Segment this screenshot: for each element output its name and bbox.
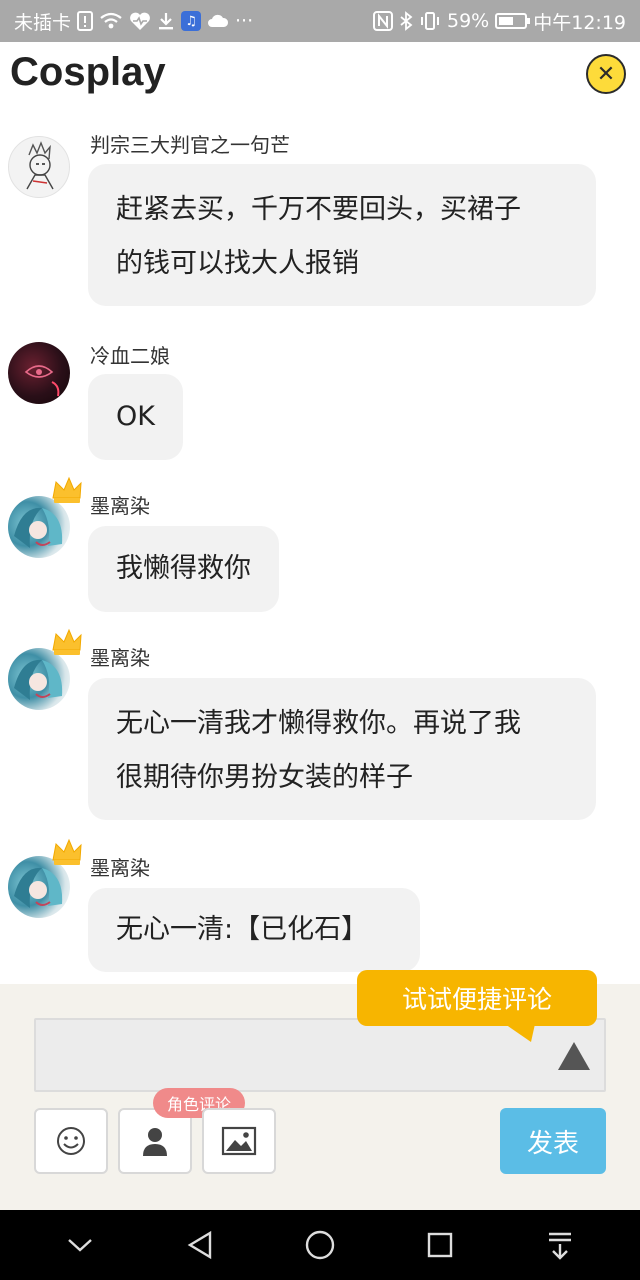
tip-tail [505,1024,535,1042]
music-app-icon: ♫ [181,11,202,31]
username: 墨离染 [90,646,150,670]
more-notifications: ··· [235,10,254,32]
avatar[interactable] [8,136,70,198]
heart-pulse-icon [129,11,151,31]
message-text-line: 的钱可以找大人报销 [116,248,359,279]
image-button[interactable] [202,1108,276,1174]
message-bubble: 无心一清我才懒得救你。再说了我 很期待你男扮女装的样子 [88,678,596,820]
system-nav-bar [0,1210,640,1280]
header: Cosplay ✕ [0,42,640,108]
battery-percent: 59% [447,10,490,32]
sim-alert-icon [77,11,94,31]
chevron-down-icon [68,1239,92,1252]
recents-button[interactable] [410,1215,470,1275]
message-bubble: 赶紧去买，千万不要回头，买裙子 的钱可以找大人报销 [88,164,596,306]
clock: 中午12:19 [533,11,626,34]
notification-drawer-icon [549,1232,571,1260]
status-bar: 未插卡 ♫ ··· 59% 中午12:19 [0,0,640,42]
expand-quick-comments-icon[interactable] [556,1038,592,1074]
username: 冷血二娘 [90,344,170,368]
message-text-line: 很期待你男扮女装的样子 [116,762,413,793]
recents-icon [427,1232,453,1258]
status-left: 未插卡 ♫ ··· [14,8,253,35]
person-icon [143,1128,167,1156]
back-icon [187,1230,212,1260]
message-bubble: 无心一清:【已化石】 [88,888,420,972]
message-bubble: OK [88,374,183,460]
quick-comment-tip[interactable]: 试试便捷评论 [357,970,597,1026]
message-text-line: 无心一清我才懒得救你。再说了我 [116,708,521,739]
image-icon [221,1126,257,1156]
vibrate-icon [419,11,441,31]
comment-composer: 试试便捷评论 角色评论 发表 [0,970,640,1210]
username: 墨离染 [90,494,150,518]
send-button[interactable]: 发表 [500,1108,606,1174]
close-button[interactable]: ✕ [586,54,626,94]
close-icon: ✕ [596,61,616,87]
message-text-line: OK [116,401,155,432]
hide-nav-button[interactable] [50,1215,110,1275]
home-button[interactable] [290,1215,350,1275]
username: 墨离染 [90,856,150,880]
emoji-icon [57,1127,85,1155]
crown-icon [52,838,82,865]
crown-icon [52,476,82,503]
bluetooth-icon [399,11,413,31]
download-icon [157,11,175,31]
message-bubble: 我懒得救你 [88,526,279,612]
message-text-line: 我懒得救你 [116,553,251,584]
carrier-text: 未插卡 [14,11,72,34]
crown-icon [52,628,82,655]
back-button[interactable] [170,1215,230,1275]
cloud-icon [207,13,229,29]
message-text-line: 赶紧去买，千万不要回头，买裙子 [116,194,521,225]
status-right: 59% 中午12:19 [373,8,626,35]
nfc-icon [373,11,393,31]
message-text-line: 无心一清:【已化石】 [116,914,369,945]
battery-icon [495,13,531,29]
emoji-button[interactable] [34,1108,108,1174]
page-title: Cosplay [10,50,166,94]
wifi-icon [99,12,123,30]
notification-drawer-button[interactable] [530,1215,590,1275]
avatar[interactable] [8,342,70,404]
username: 判宗三大判官之一句芒 [90,133,290,157]
home-icon [305,1230,335,1260]
